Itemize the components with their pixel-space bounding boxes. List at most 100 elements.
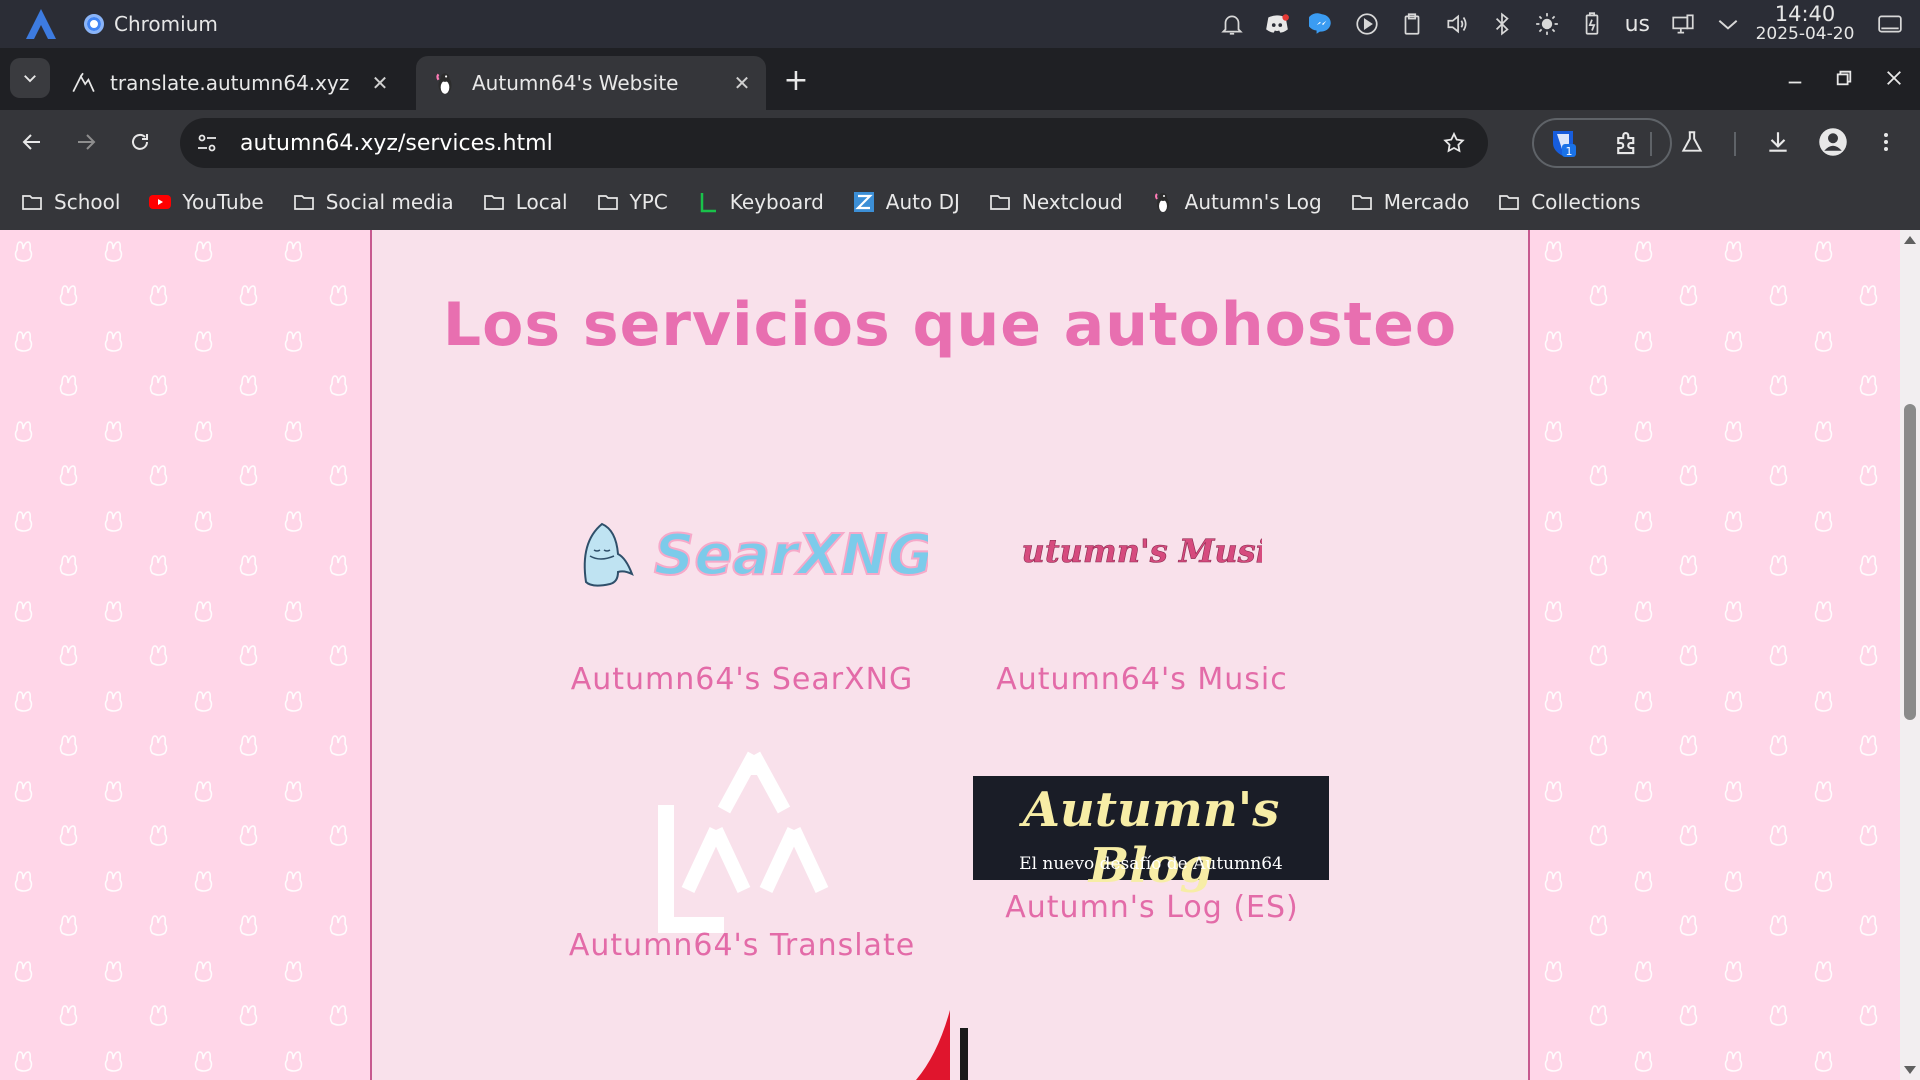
close-window-icon[interactable] [1874,62,1914,94]
folder-icon [483,195,504,210]
profile-button[interactable] [1813,122,1853,162]
chromium-icon [84,14,104,34]
penguin-favicon-icon [436,73,452,94]
bookmark-star-icon[interactable] [1434,123,1474,163]
battery-icon[interactable] [1570,0,1615,48]
bookmark-label: Autumn's Log [1184,190,1322,214]
bookmark-label: YPC [629,190,668,214]
service-label[interactable]: Autumn64's Translate [552,928,932,963]
clock-time: 14:40 [1774,2,1836,26]
notifications-icon[interactable] [1210,0,1255,48]
tray-expand-icon[interactable] [1705,0,1750,48]
service-log[interactable]: Autumn's Log (ES) [992,890,1312,925]
desktop-top-panel: Chromium us 14:40 2025-04-20 [0,0,1920,48]
clock-date: 2025-04-20 [1755,24,1855,44]
minimize-icon[interactable] [1775,62,1815,94]
back-button[interactable] [12,122,52,162]
restore-icon[interactable] [1824,62,1864,94]
new-tab-button[interactable]: + [778,62,814,98]
site-info-icon[interactable] [184,120,230,166]
searxng-logo[interactable]: SearXNG [568,512,928,594]
discord-icon[interactable] [1255,0,1300,48]
bookmark-label: Mercado [1383,190,1470,214]
extensions-puzzle-icon[interactable] [1612,128,1644,160]
bookmark-social-media[interactable]: Social media [292,190,454,214]
labs-button[interactable] [1672,122,1712,162]
blog-banner-title: Autumn's Blog [1022,782,1280,894]
media-player-icon[interactable] [1345,0,1390,48]
bookmark-label: School [54,190,121,214]
show-desktop-icon[interactable] [1860,0,1920,48]
url-text[interactable]: autumn64.xyz/services.html [240,131,1434,156]
bookmark-mercado[interactable]: Mercado [1350,190,1470,214]
reload-icon [132,133,148,150]
bookmark-label: Local [515,190,568,214]
keyboard-site-icon [700,193,716,213]
page-title: Los servicios que autohosteo [442,290,1458,360]
next-service-logo[interactable] [902,1004,982,1080]
bookmark-label: Auto DJ [885,190,960,214]
active-app[interactable]: Chromium [84,12,218,36]
clock[interactable]: 14:40 2025-04-20 [1750,2,1860,45]
brightness-icon[interactable] [1525,0,1570,48]
scroll-down-arrow-icon[interactable] [1904,1066,1916,1074]
autumns-music-logo[interactable]: Autumn's Music [1022,522,1262,582]
bluetooth-icon[interactable] [1480,0,1525,48]
bookmark-auto-dj[interactable]: Auto DJ [852,190,960,214]
tab-close-icon[interactable]: ✕ [366,69,394,97]
service-music[interactable]: Autumn64's Music [992,662,1292,697]
volume-icon[interactable] [1435,0,1480,48]
bookmark-collections[interactable]: Collections [1497,190,1641,214]
tab-search-button[interactable] [10,58,50,98]
folder-icon [1499,195,1520,210]
downloads-button[interactable] [1758,122,1798,162]
download-icon [1769,132,1787,152]
music-logo-text: Autumn's Music [1022,532,1262,570]
autumns-blog-banner[interactable]: Autumn's Blog El nuevo desafío de Autumn… [973,776,1329,894]
youtube-icon [149,195,172,209]
tab-close-icon[interactable]: ✕ [728,69,756,97]
arrow-right-icon [78,134,96,150]
bookmark-autumns-log[interactable]: Autumn's Log [1151,190,1322,214]
service-label[interactable]: Autumn64's Music [992,662,1292,697]
bookmark-keyboard[interactable]: Keyboard [696,190,824,214]
content-column: Los servicios que autohosteo SearXNG Aut… [370,230,1530,1080]
bookmark-school[interactable]: School [20,190,120,214]
bitwarden-extension-icon[interactable]: 1 [1548,128,1580,160]
arrow-left-icon [22,134,40,150]
bookmark-ypc[interactable]: YPC [596,190,668,214]
bookmarks-bar: School YouTube Social media Local YPC Ke… [0,174,1920,230]
searxng-logo-text: SearXNG [654,523,928,588]
menu-button[interactable] [1866,122,1906,162]
profile-avatar-icon [1819,128,1847,156]
service-searxng[interactable]: Autumn64's SearXNG [562,662,922,697]
folder-icon [597,195,618,210]
autodj-icon [853,192,874,212]
service-translate[interactable]: Autumn64's Translate [552,928,932,963]
tab-translate[interactable]: translate.autumn64.xyz ✕ [54,56,404,110]
page-scrollbar[interactable] [1900,230,1920,1080]
system-tray: us 14:40 2025-04-20 [1210,0,1920,48]
keyboard-layout[interactable]: us [1615,12,1660,37]
clipboard-icon[interactable] [1390,0,1435,48]
bookmark-nextcloud[interactable]: Nextcloud [988,190,1123,214]
display-icon[interactable] [1660,0,1705,48]
bookmark-local[interactable]: Local [482,190,568,214]
tab-title: Autumn64's Website [472,71,679,95]
scrollbar-thumb[interactable] [1904,404,1916,720]
bookmark-label: YouTube [182,190,264,214]
forward-button[interactable] [66,122,106,162]
tab-autumn64-website[interactable]: Autumn64's Website ✕ [416,56,766,110]
service-label[interactable]: Autumn's Log (ES) [992,890,1312,925]
service-label[interactable]: Autumn64's SearXNG [562,662,922,697]
browser-toolbar: autumn64.xyz/services.html 1 [0,110,1920,174]
toolbar-separator [1734,132,1736,156]
reload-button[interactable] [120,122,160,162]
bookmark-label: Nextcloud [1021,190,1123,214]
address-bar[interactable]: autumn64.xyz/services.html [180,118,1488,168]
arch-logo-icon[interactable] [24,8,58,40]
scroll-up-arrow-icon[interactable] [1904,236,1916,244]
messenger-icon[interactable] [1300,0,1345,48]
bookmark-youtube[interactable]: YouTube [148,190,264,214]
translate-logo-icon[interactable] [654,735,834,935]
